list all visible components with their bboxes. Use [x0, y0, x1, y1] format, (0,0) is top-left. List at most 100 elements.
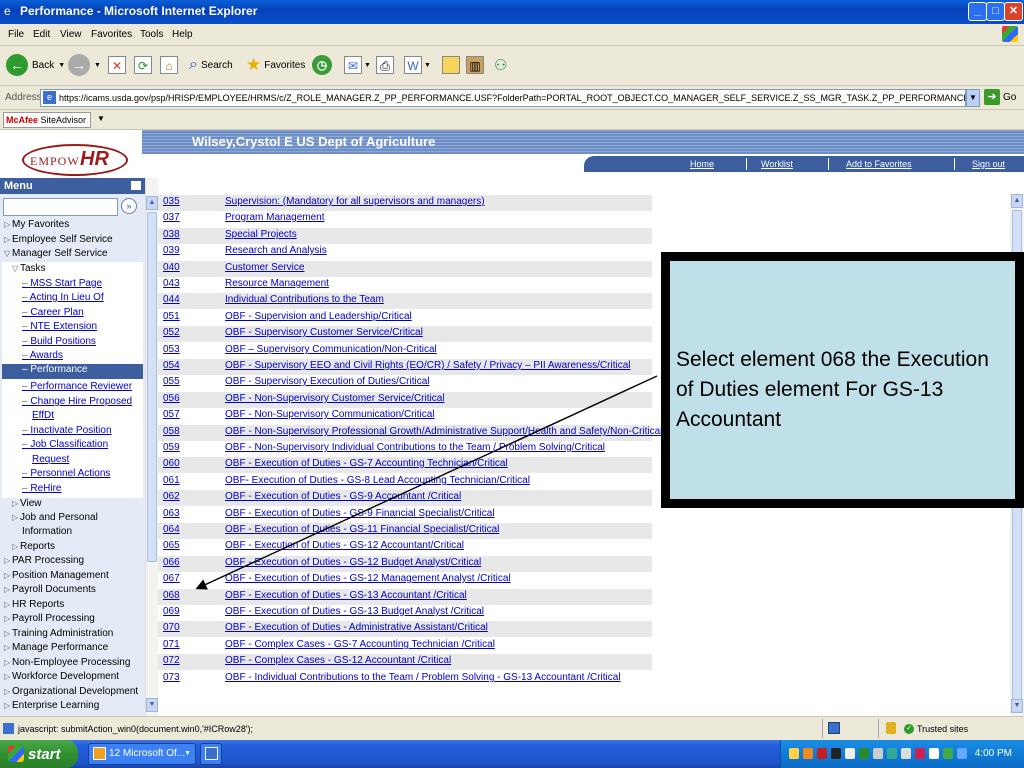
task-awards[interactable]: – Awards — [22, 350, 63, 361]
element-description-link[interactable]: OBF - Non-Supervisory Communication/Crit… — [225, 409, 435, 420]
task-change-hire-proposed-effdt[interactable]: EffDt — [32, 410, 54, 421]
task-job-classification[interactable]: – Job Classification — [22, 439, 108, 450]
tray-icon[interactable] — [859, 748, 869, 759]
element-code-link[interactable]: 065 — [163, 540, 180, 551]
element-description-link[interactable]: OBF - Execution of Duties - GS-12 Budget… — [225, 557, 481, 568]
menu-favorites[interactable]: Favorites — [91, 29, 132, 40]
tray-icon[interactable] — [957, 748, 967, 759]
element-code-link[interactable]: 064 — [163, 524, 180, 535]
task-inactivate-position[interactable]: – Inactivate Position — [22, 425, 112, 436]
task-mss-start-page[interactable]: – MSS Start Page — [22, 278, 102, 289]
refresh-button[interactable]: ⟳ — [134, 53, 152, 77]
tray-mcafee-icon[interactable] — [817, 748, 827, 759]
menu-view[interactable]: View — [60, 29, 82, 40]
tray-icon[interactable] — [929, 748, 939, 759]
scroll-up-icon[interactable]: ▲ — [1011, 194, 1023, 208]
menu-search-button[interactable]: » — [121, 198, 137, 214]
element-description-link[interactable]: OBF - Execution of Duties - Administrati… — [225, 622, 488, 633]
menu-job-and-personal-information[interactable]: ▷ Job and Personal — [12, 512, 98, 523]
element-code-link[interactable]: 056 — [163, 393, 180, 404]
scroll-thumb[interactable] — [147, 212, 157, 562]
menu-tasks[interactable]: ▽ Tasks — [12, 263, 46, 274]
element-code-link[interactable]: 054 — [163, 360, 180, 371]
stop-button[interactable]: ✕ — [108, 53, 126, 77]
tray-icon[interactable] — [901, 748, 911, 759]
element-description-link[interactable]: Supervision: (Mandatory for all supervis… — [225, 196, 485, 207]
element-code-link[interactable]: 035 — [163, 196, 180, 207]
element-code-link[interactable]: 066 — [163, 557, 180, 568]
element-description-link[interactable]: OBF - Supervisory Execution of Duties/Cr… — [225, 376, 430, 387]
history-button[interactable]: ◷ — [312, 53, 332, 77]
element-description-link[interactable]: OBF - Complex Cases - GS-7 Accounting Te… — [225, 639, 495, 650]
menu-manager-self-service[interactable]: ▽ Manager Self Service — [4, 248, 108, 259]
element-description-link[interactable]: OBF – Supervisory Communication/Non-Crit… — [225, 344, 437, 355]
menu-par-processing[interactable]: ▷ PAR Processing — [4, 555, 84, 566]
element-code-link[interactable]: 061 — [163, 475, 180, 486]
research-button[interactable]: ▥ — [466, 53, 484, 77]
element-description-link[interactable]: Program Management — [225, 212, 325, 223]
task-performance-reviewer[interactable]: – Performance Reviewer — [22, 381, 132, 392]
mail-button[interactable]: ✉ ▼ — [344, 53, 371, 77]
menu-payroll-documents[interactable]: ▷ Payroll Documents — [4, 584, 96, 595]
scroll-down-icon[interactable]: ▼ — [1011, 699, 1023, 713]
mcafee-siteadvisor-button[interactable]: McAfee SiteAdvisor — [3, 112, 91, 128]
menu-view[interactable]: ▷ View — [12, 498, 42, 509]
task-rehire[interactable]: – ReHire — [22, 483, 61, 494]
element-description-link[interactable]: OBF - Supervisory Customer Service/Criti… — [225, 327, 423, 338]
task-job-classification-request[interactable]: Request — [32, 454, 69, 465]
element-description-link[interactable]: OBF - Non-Supervisory Individual Contrib… — [225, 442, 605, 453]
element-code-link[interactable]: 063 — [163, 508, 180, 519]
minimize-button[interactable]: _ — [968, 2, 987, 21]
element-code-link[interactable]: 052 — [163, 327, 180, 338]
element-code-link[interactable]: 044 — [163, 294, 180, 305]
tray-icon[interactable] — [873, 748, 883, 759]
element-code-link[interactable]: 040 — [163, 262, 180, 273]
menu-organizational-development[interactable]: ▷ Organizational Development — [4, 686, 138, 697]
tray-icon[interactable] — [887, 748, 897, 759]
element-code-link[interactable]: 068 — [163, 590, 180, 601]
element-code-link[interactable]: 037 — [163, 212, 180, 223]
element-description-link[interactable]: OBF - Execution of Duties - GS-13 Budget… — [225, 606, 484, 617]
element-code-link[interactable]: 058 — [163, 426, 180, 437]
element-code-link[interactable]: 070 — [163, 622, 180, 633]
element-description-link[interactable]: OBF - Supervision and Leadership/Critica… — [225, 311, 412, 322]
address-input[interactable]: e https://icams.usda.gov/psp/HRISP/EMPLO… — [40, 89, 966, 107]
menu-employee-self-service[interactable]: ▷ Employee Self Service — [4, 234, 113, 245]
element-description-link[interactable]: Customer Service — [225, 262, 304, 273]
menu-training-administration[interactable]: ▷ Training Administration — [4, 628, 113, 639]
element-description-link[interactable]: OBF - Non-Supervisory Customer Service/C… — [225, 393, 445, 404]
go-button[interactable]: ➔ Go — [984, 89, 1016, 105]
scroll-down-icon[interactable]: ▼ — [146, 698, 158, 712]
menu-minimize-button[interactable] — [131, 181, 141, 190]
tray-icon[interactable] — [845, 748, 855, 759]
element-code-link[interactable]: 038 — [163, 229, 180, 240]
back-button[interactable]: ← Back ▼ — [6, 53, 65, 77]
menu-payroll-processing[interactable]: ▷ Payroll Processing — [4, 613, 95, 624]
element-description-link[interactable]: OBF - Execution of Duties - GS-9 Account… — [225, 491, 461, 502]
menu-workforce-development[interactable]: ▷ Workforce Development — [4, 671, 119, 682]
element-code-link[interactable]: 043 — [163, 278, 180, 289]
maximize-button[interactable]: □ — [986, 2, 1005, 21]
menu-file[interactable]: File — [8, 29, 24, 40]
search-button[interactable]: ⌕ Search — [189, 53, 233, 77]
element-description-link[interactable]: OBF - Non-Supervisory Professional Growt… — [225, 426, 662, 437]
element-description-link[interactable]: OBF - Execution of Duties - GS-12 Manage… — [225, 573, 511, 584]
menu-enterprise-learning[interactable]: ▷ Enterprise Learning — [4, 700, 99, 711]
nav-home[interactable]: Home — [690, 159, 714, 169]
home-button[interactable]: ⌂ — [160, 53, 178, 77]
mcafee-dropdown-icon[interactable]: ▼ — [97, 114, 105, 123]
edit-button[interactable]: W ▼ — [404, 53, 431, 77]
task-performance[interactable]: – Performance — [2, 364, 143, 379]
messenger-button[interactable]: ⚇ — [494, 53, 507, 77]
print-button[interactable]: ⎙ — [376, 53, 394, 77]
menu-tools[interactable]: Tools — [140, 29, 163, 40]
nav-add-to-favorites[interactable]: Add to Favorites — [846, 159, 912, 169]
discuss-button[interactable] — [442, 53, 460, 77]
menu-non-employee-processing[interactable]: ▷ Non-Employee Processing — [4, 657, 130, 668]
menu-edit[interactable]: Edit — [33, 29, 50, 40]
taskbar-item-ie[interactable] — [200, 743, 222, 765]
nav-worklist[interactable]: Worklist — [761, 159, 793, 169]
menu-job-and-personal-information-2[interactable]: Information — [22, 526, 72, 537]
taskbar-item-microsoft-office[interactable]: 12 Microsoft Of... ▼ — [88, 743, 196, 765]
menu-search-input[interactable] — [3, 198, 118, 216]
